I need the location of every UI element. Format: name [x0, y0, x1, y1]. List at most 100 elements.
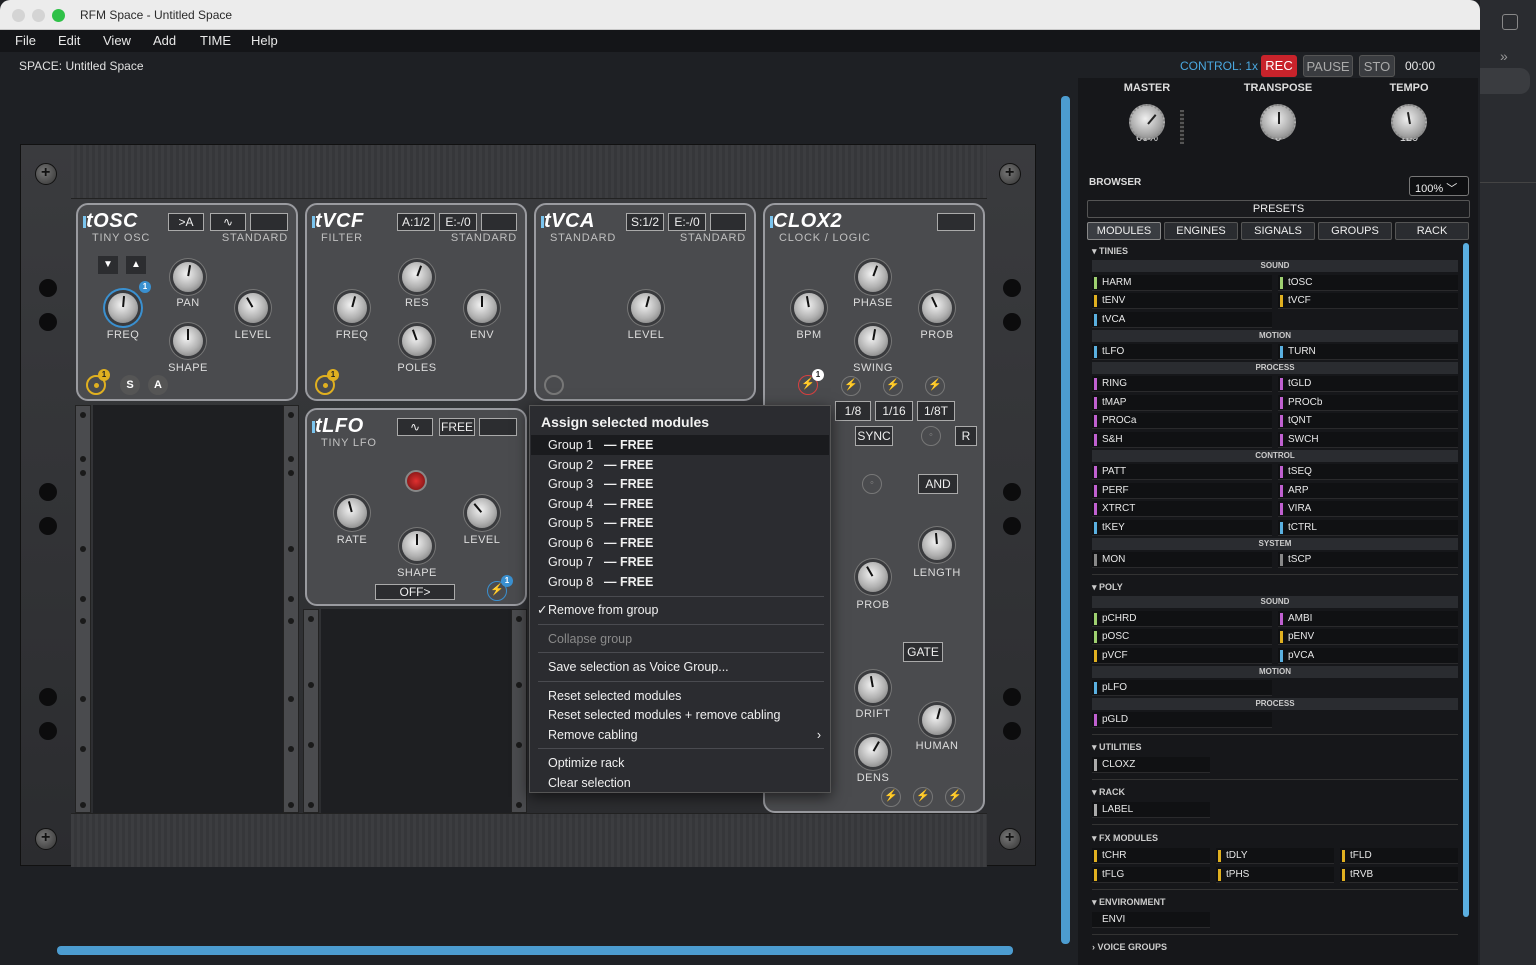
window-close-button[interactable] [12, 9, 25, 22]
clox-div-1-8[interactable]: 1/8 [835, 401, 871, 421]
menu-group-4[interactable]: Group 4— FREE [531, 494, 829, 514]
menu-group-6[interactable]: Group 6— FREE [531, 533, 829, 553]
sine-wave-icon[interactable]: ∿ [210, 213, 246, 231]
clox-blank-slot[interactable] [937, 213, 975, 231]
rack-horizontal-scrollbar[interactable] [57, 946, 1013, 955]
clox-and-button[interactable]: AND [918, 474, 958, 494]
module-item-swch[interactable]: SWCH [1278, 432, 1458, 448]
chevron-double-right-icon[interactable]: » [1500, 48, 1508, 64]
clox-phase-knob[interactable] [858, 262, 888, 292]
module-item-proca[interactable]: PROCa [1092, 413, 1272, 429]
menu-add[interactable]: Add [153, 33, 176, 48]
rack-vertical-scrollbar[interactable] [1061, 96, 1070, 944]
tab-rack[interactable]: RACK [1395, 222, 1469, 240]
module-item-turn[interactable]: TURN [1278, 344, 1458, 360]
menu-reset-modules[interactable]: Reset selected modules [531, 686, 829, 706]
clox-bpm-knob[interactable] [794, 293, 824, 323]
tlfo-shape-knob[interactable] [402, 531, 432, 561]
triangle-up-icon[interactable]: ▲ [126, 256, 146, 274]
section-rack[interactable]: ▾ RACK [1092, 787, 1125, 798]
tosc-output-button[interactable]: >A [168, 213, 204, 231]
module-item-penv[interactable]: pENV [1278, 629, 1458, 645]
transpose-knob-group[interactable]: TRANSPOSE 0 [1233, 82, 1323, 144]
window-zoom-button[interactable] [52, 9, 65, 22]
module-item-arp[interactable]: ARP [1278, 483, 1458, 499]
clox-drift-knob[interactable] [858, 673, 888, 703]
module-tvca[interactable]: tVCA STANDARD STANDARD S:1/2 E:-/0 LEVEL [534, 203, 756, 401]
tvca-blank-slot[interactable] [710, 213, 746, 231]
section-tinies[interactable]: ▾ TINIES [1092, 246, 1128, 257]
sine-wave-icon[interactable]: ∿ [397, 418, 433, 436]
clox-human-knob[interactable] [922, 705, 952, 735]
clox-sync-button[interactable]: SYNC [855, 426, 893, 446]
tosc-blank-slot[interactable] [250, 213, 288, 231]
tvcf-blank-slot[interactable] [481, 213, 517, 231]
clox-length-knob[interactable] [922, 530, 952, 560]
triangle-down-icon[interactable]: ▼ [98, 256, 118, 274]
menu-remove-from-group[interactable]: ✓ Remove from group [531, 600, 829, 620]
menu-clear-selection[interactable]: Clear selection [531, 773, 829, 793]
tvca-s-button[interactable]: S:1/2 [626, 213, 664, 231]
menu-group-1[interactable]: Group 1— FREE [531, 435, 829, 455]
menu-time[interactable]: TIME [200, 33, 231, 48]
module-tosc[interactable]: tOSC TINY OSC STANDARD >A ∿ ▼ ▲ PAN 1 FR… [76, 203, 298, 401]
menu-file[interactable]: File [15, 33, 36, 48]
module-item-envi[interactable]: ENVI [1092, 912, 1210, 928]
menu-optimize-rack[interactable]: Optimize rack [531, 753, 829, 773]
master-knob-group[interactable]: MASTER 66% [1102, 82, 1192, 144]
tosc-level-knob[interactable] [238, 293, 268, 323]
tvca-level-knob[interactable] [631, 293, 661, 323]
module-item-ring[interactable]: RING [1092, 376, 1272, 392]
module-item-vira[interactable]: VIRA [1278, 501, 1458, 517]
window-overlap-icon[interactable] [1502, 14, 1518, 30]
bolt-icon[interactable]: ⚡ [841, 376, 861, 396]
clox-gate-button[interactable]: GATE [903, 642, 943, 662]
clox-swing-knob[interactable] [858, 326, 888, 356]
control-rate[interactable]: CONTROL: 1x [1180, 59, 1258, 73]
module-item-plfo[interactable]: pLFO [1092, 680, 1272, 696]
module-item-tvca[interactable]: tVCA [1092, 312, 1272, 328]
tosc-pan-knob[interactable] [173, 262, 203, 292]
menu-group-3[interactable]: Group 3— FREE [531, 474, 829, 494]
module-item-tmap[interactable]: tMAP [1092, 395, 1272, 411]
section-poly[interactable]: ▾ POLY [1092, 582, 1123, 593]
menu-group-2[interactable]: Group 2— FREE [531, 455, 829, 475]
module-item-pvca[interactable]: pVCA [1278, 648, 1458, 664]
module-item-pgld[interactable]: pGLD [1092, 712, 1272, 728]
module-item-patt[interactable]: PATT [1092, 464, 1272, 480]
tvcf-freq-knob[interactable] [337, 293, 367, 323]
tlfo-blank-slot[interactable] [479, 418, 517, 436]
tvca-e-button[interactable]: E:-/0 [668, 213, 706, 231]
transpose-knob[interactable] [1260, 104, 1296, 140]
bolt-icon[interactable]: ⚡ [913, 787, 933, 807]
tempo-knob-group[interactable]: TEMPO 120 [1364, 82, 1454, 144]
module-item-tenv[interactable]: tENV [1092, 293, 1272, 309]
tosc-shape-knob[interactable] [173, 326, 203, 356]
tlfo-free-button[interactable]: FREE [439, 418, 475, 436]
module-item-tqnt[interactable]: tQNT [1278, 413, 1458, 429]
module-item-tgld[interactable]: tGLD [1278, 376, 1458, 392]
clox-div-1-8t[interactable]: 1/8T [917, 401, 955, 421]
menu-group-7[interactable]: Group 7— FREE [531, 552, 829, 572]
pause-button[interactable]: PAUSE [1303, 55, 1353, 77]
a-button[interactable]: A [148, 375, 168, 395]
module-item-tflg[interactable]: tFLG [1092, 867, 1210, 883]
module-tvcf[interactable]: tVCF FILTER STANDARD A:1/2 E:-/0 RES FRE… [305, 203, 527, 401]
module-item-pvcf[interactable]: pVCF [1092, 648, 1272, 664]
tlfo-level-knob[interactable] [467, 498, 497, 528]
module-item-tlfo[interactable]: tLFO [1092, 344, 1272, 360]
bolt-icon[interactable]: ⚡ [883, 376, 903, 396]
module-item-tchr[interactable]: tCHR [1092, 848, 1210, 864]
module-item-cloxz[interactable]: CLOXZ [1092, 757, 1210, 773]
module-item-posc[interactable]: pOSC [1092, 629, 1272, 645]
module-item-tdly[interactable]: tDLY [1216, 848, 1334, 864]
master-knob[interactable] [1129, 104, 1165, 140]
module-item-tphs[interactable]: tPHS [1216, 867, 1334, 883]
tvcf-a-button[interactable]: A:1/2 [397, 213, 435, 231]
clox-prob2-knob[interactable] [858, 562, 888, 592]
module-item-harm[interactable]: HARM [1092, 275, 1272, 291]
tlfo-off-button[interactable]: OFF> [375, 584, 455, 600]
module-item-tscp[interactable]: tSCP [1278, 552, 1458, 568]
clox-dens-knob[interactable] [858, 737, 888, 767]
section-utilities[interactable]: ▾ UTILITIES [1092, 742, 1142, 753]
